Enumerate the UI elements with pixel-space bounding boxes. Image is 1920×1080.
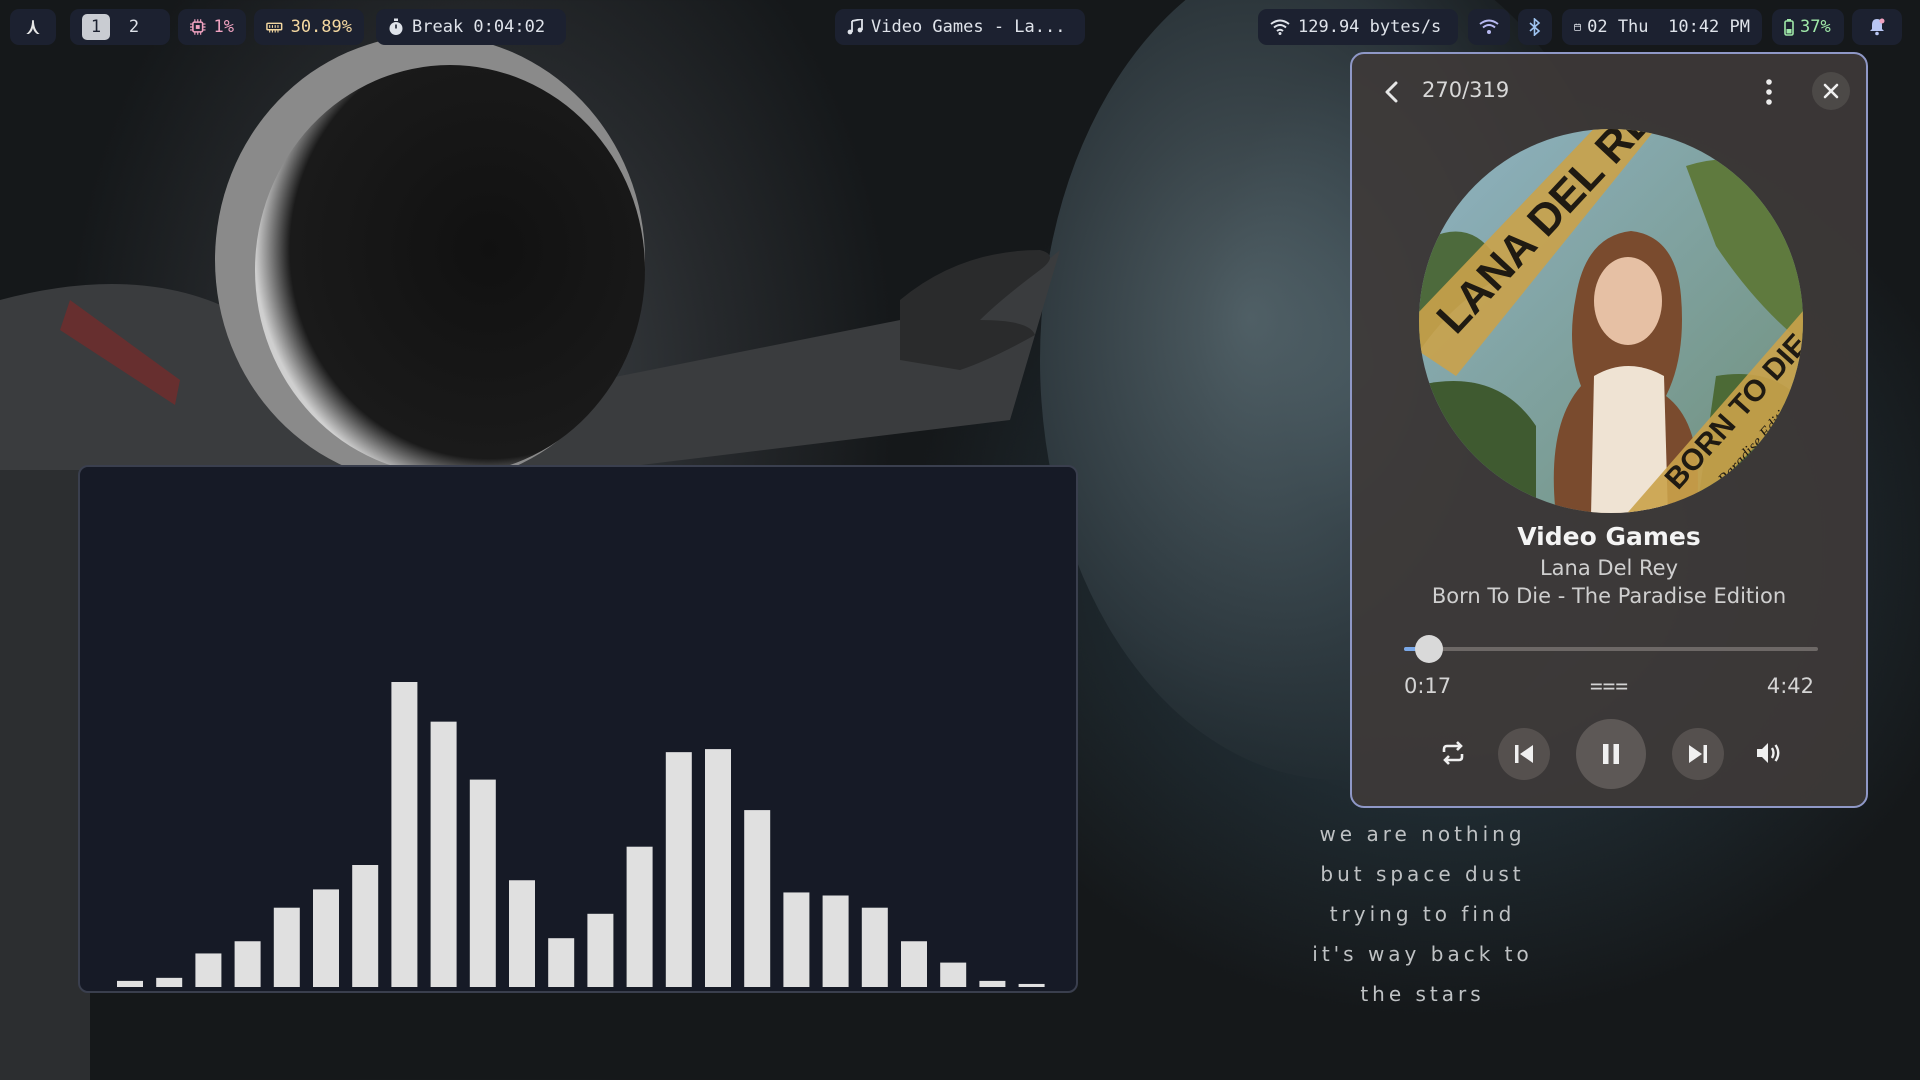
calendar-icon [1574, 23, 1582, 31]
visualizer-bar [352, 865, 379, 987]
volume-icon [1757, 743, 1780, 763]
memory-value: 30.89% [290, 17, 352, 37]
audio-visualizer [78, 465, 1078, 993]
visualizer-bar [626, 846, 653, 987]
quote-line-4: it's way back to [1312, 942, 1533, 966]
visualizer-bar [548, 938, 575, 987]
total-duration: 4:42 [1766, 674, 1814, 698]
skip-next-icon [1689, 745, 1707, 763]
wallpaper-quote: we are nothing but space dust trying to … [1280, 814, 1565, 1014]
playback-controls [1352, 714, 1866, 794]
progress-handle[interactable] [1414, 635, 1443, 663]
workspaces: 1 2 [70, 9, 170, 45]
visualizer-bar [979, 980, 1006, 987]
network-speed: 129.94 bytes/s [1298, 17, 1442, 37]
visualizer-bar [430, 721, 457, 987]
cpu-value: 1% [213, 17, 234, 37]
bluetooth-icon [1529, 18, 1541, 36]
network-widget[interactable]: 129.94 bytes/s [1258, 9, 1458, 45]
visualizer-bar [117, 980, 143, 987]
visualizer-bar [391, 682, 418, 987]
visualizer-bar [705, 749, 731, 987]
cpu-icon [190, 19, 206, 35]
stopwatch-icon [389, 18, 403, 35]
launcher-button[interactable]: ⋏ [10, 9, 56, 45]
clock-time: 10:42 PM [1668, 17, 1750, 37]
back-button[interactable] [1376, 76, 1408, 108]
visualizer-bar [469, 779, 496, 987]
visualizer-bar [195, 953, 222, 987]
visualizer-bar [156, 977, 183, 987]
track-title: Video Games [1517, 522, 1701, 551]
cpu-widget[interactable]: 1% [178, 9, 246, 45]
clock-widget[interactable]: 02 Thu 10:42 PM [1562, 9, 1762, 45]
track-artist: Lana Del Rey [1539, 556, 1679, 580]
notifications-button[interactable] [1852, 9, 1902, 45]
track-album: Born To Die - The Paradise Edition [1431, 584, 1787, 608]
wifi-signal-icon [1479, 19, 1499, 34]
repeat-button[interactable] [1428, 728, 1478, 778]
more-vertical-icon [1766, 79, 1772, 105]
visualizer-bar [234, 941, 261, 987]
quote-line-2: but space dust [1320, 862, 1525, 886]
visualizer-bar [587, 913, 614, 987]
visualizer-bar [940, 962, 967, 987]
media-label: Video Games - La... [871, 17, 1066, 37]
visualizer-bar [509, 880, 535, 987]
quote-line-5: the stars [1360, 982, 1485, 1006]
quote-line-1: we are nothing [1319, 822, 1526, 846]
bluetooth-button[interactable] [1518, 9, 1552, 45]
volume-button[interactable] [1744, 728, 1794, 778]
bell-icon [1870, 18, 1885, 36]
progress-track [1404, 647, 1818, 651]
break-timer-label: Break 0:04:02 [412, 17, 546, 37]
wifi-icon [1270, 19, 1290, 35]
break-timer-widget[interactable]: Break 0:04:02 [376, 9, 566, 45]
wifi-status-button[interactable] [1468, 9, 1510, 45]
battery-widget[interactable]: 37% [1772, 9, 1844, 45]
visualizer-bar [822, 895, 849, 987]
clock-date: 02 Thu [1587, 17, 1649, 37]
visualizer-bar [901, 941, 927, 987]
quote-line-3: trying to find [1329, 902, 1516, 926]
arch-logo-icon: ⋏ [26, 14, 40, 40]
visualizer-bars [117, 682, 1045, 987]
music-note-icon [847, 19, 863, 35]
visualizer-bar [273, 907, 300, 987]
memory-widget[interactable]: 30.89% [254, 9, 364, 45]
workspace-2[interactable]: 2 [120, 14, 148, 40]
memory-icon [266, 22, 283, 33]
progress-slider[interactable] [1404, 634, 1818, 664]
track-position: 270/319 [1422, 78, 1510, 102]
media-widget[interactable]: Video Games - La... [835, 9, 1085, 45]
repeat-icon [1442, 741, 1464, 765]
visualizer-bar [744, 810, 771, 987]
skip-previous-icon [1515, 745, 1533, 763]
visualizer-bar [861, 907, 888, 987]
top-bar: ⋏ 1 2 1% 30.89% Break 0:04:02 Video Game… [0, 0, 1920, 54]
battery-value: 37% [1800, 17, 1831, 37]
previous-button[interactable] [1498, 728, 1550, 780]
workspace-1[interactable]: 1 [82, 14, 110, 40]
play-pause-button[interactable] [1576, 719, 1646, 789]
album-cover: LANA DEL REY BORN TO DIE The Paradise Ed… [1416, 126, 1806, 516]
close-button[interactable] [1812, 72, 1850, 110]
visualizer-bar [313, 889, 339, 987]
next-button[interactable] [1672, 728, 1724, 780]
close-icon [1823, 83, 1839, 99]
media-player-popup: 270/319 LANA DEL REY BORN TO DIE The Par… [1350, 52, 1868, 808]
visualizer-bar [1018, 983, 1045, 987]
more-options-button[interactable] [1754, 74, 1784, 110]
visualizer-bar [665, 752, 692, 987]
visualizer-bar [783, 892, 810, 987]
player-header: 270/319 [1352, 54, 1866, 124]
chevron-left-icon [1385, 81, 1398, 103]
battery-icon [1784, 18, 1794, 36]
pause-icon [1603, 744, 1619, 764]
